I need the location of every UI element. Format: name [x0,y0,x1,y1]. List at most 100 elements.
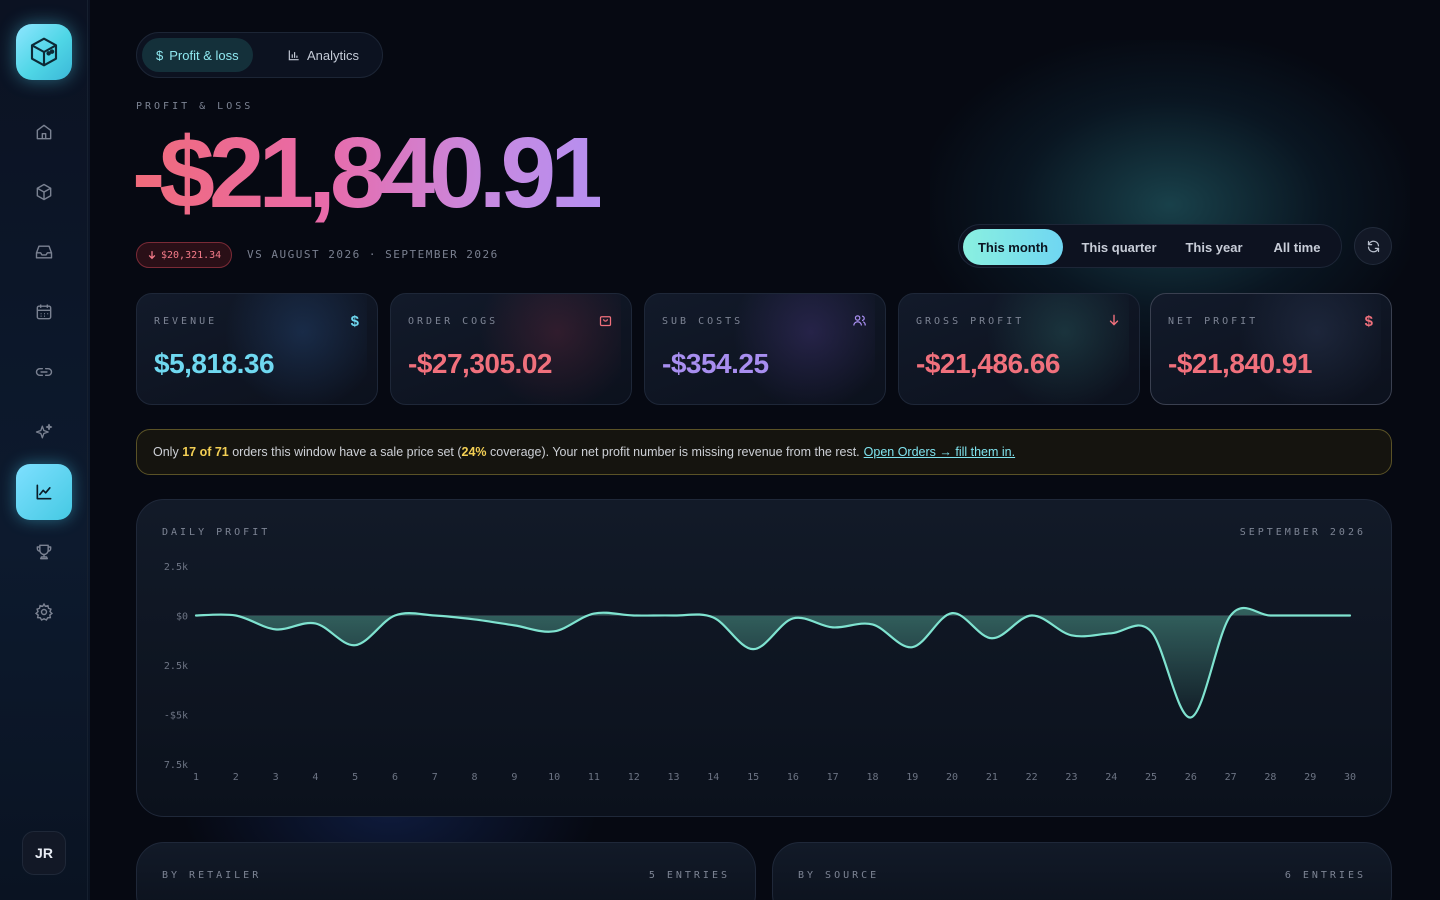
data-point-day-27 [1229,614,1232,617]
kpi-label: SUB COSTS [662,316,744,327]
sidebar-item-ai[interactable] [16,404,72,460]
data-point-day-2 [234,614,237,617]
y-tick-label: 2.5k [164,661,188,672]
gear-icon [34,602,54,621]
x-tick-label: 21 [986,772,998,783]
data-point-day-13 [672,614,675,617]
range-all-time[interactable]: All time [1257,229,1337,265]
sidebar-item-home[interactable] [16,104,72,160]
x-tick-label: 23 [1065,772,1077,783]
data-point-day-30 [1349,614,1352,617]
coverage-warning-banner: Only 17 of 71 orders this window have a … [136,429,1392,475]
range-this-month[interactable]: This month [963,229,1063,265]
kpi-value: -$21,840.91 [1168,348,1312,379]
x-tick-label: 28 [1264,772,1276,783]
x-tick-label: 3 [273,772,279,783]
user-avatar[interactable]: JR [22,831,66,875]
refresh-button[interactable] [1354,227,1392,265]
sidebar-item-links[interactable] [16,344,72,400]
sidebar-item-analytics[interactable] [16,464,72,520]
app-logo[interactable] [16,24,72,80]
data-point-day-15 [752,648,755,651]
x-tick-label: 14 [707,772,719,783]
data-point-day-12 [632,614,635,617]
sidebar-item-calendar[interactable] [16,284,72,340]
dollar-icon: $ [350,313,359,330]
calendar-icon [36,304,52,320]
range-this-quarter[interactable]: This quarter [1067,229,1171,265]
tab-profit-loss[interactable]: $ Profit & loss [142,38,253,72]
dollar-icon: $ [156,47,164,63]
data-point-day-11 [592,612,595,615]
banner-middle: orders this window have a sale price set… [232,445,462,459]
daily-profit-chart: 2.5k$02.5k-$5k7.5k1 2 3 4 5 6 7 8 9 10 11 12 13 14 15 1… [164,562,1356,783]
home-icon [36,124,52,140]
arrow-down-icon [148,251,156,260]
x-tick-label: 20 [946,772,958,783]
link-icon [35,367,53,377]
range-selector: This month This quarter This year All ti… [958,224,1342,268]
by-source-panel: BY SOURCE 6 ENTRIES [772,842,1392,900]
x-tick-label: 7 [432,772,438,783]
panel-title: BY SOURCE [798,870,880,881]
kpi-net-profit[interactable]: NET PROFIT $ -$21,840.91 [1150,293,1392,405]
data-point-day-1 [195,614,198,617]
x-tick-label: 17 [827,772,839,783]
panel-count: 5 ENTRIES [648,870,730,881]
y-tick-label: 2.5k [164,562,188,573]
sidebar-item-settings[interactable] [16,584,72,640]
kpi-label: ORDER COGS [408,316,499,327]
data-point-day-22 [1030,614,1033,617]
tab-label: Profit & loss [169,47,239,63]
x-tick-label: 5 [352,772,358,783]
data-point-day-26 [1189,716,1192,719]
open-orders-link[interactable]: Open Orders → fill them in. [864,445,1015,459]
kpi-value: -$354.25 [662,348,769,379]
kpi-revenue[interactable]: REVENUE $ $5,818.36 [136,293,378,405]
data-point-day-29 [1309,614,1312,617]
panel-title: BY RETAILER [162,870,262,881]
banner-coverage: 24% [461,445,487,459]
data-point-day-24 [1110,632,1113,635]
data-point-day-8 [473,618,476,621]
data-point-day-4 [314,622,317,625]
tab-analytics[interactable]: Analytics [273,38,373,72]
x-tick-label: 4 [312,772,318,783]
banner-prefix: Only [153,445,179,459]
users-icon [853,315,866,326]
data-point-day-23 [1070,634,1073,637]
kpi-label: REVENUE [154,316,218,327]
panel-count: 6 ENTRIES [1284,870,1366,881]
sidebar-item-inbox[interactable] [16,224,72,280]
x-tick-label: 30 [1344,772,1356,783]
x-tick-label: 26 [1185,772,1197,783]
x-tick-label: 15 [747,772,759,783]
data-point-day-21 [990,637,993,640]
inbox-icon [35,245,53,259]
refresh-icon [1367,240,1379,252]
x-tick-label: 16 [787,772,799,783]
kpi-sub-costs[interactable]: SUB COSTS -$354.25 [644,293,886,405]
x-tick-label: 1 [193,772,199,783]
x-tick-label: 22 [1026,772,1038,783]
arrow-down-icon [1109,314,1119,326]
kpi-gross-profit[interactable]: GROSS PROFIT -$21,486.66 [898,293,1140,405]
data-point-day-9 [513,624,516,627]
x-tick-label: 6 [392,772,398,783]
data-point-day-3 [274,628,277,631]
kpi-value: $5,818.36 [154,348,275,379]
x-tick-label: 25 [1145,772,1157,783]
y-tick-label: $0 [176,612,188,623]
kpi-order-cogs[interactable]: ORDER COGS -$27,305.02 [390,293,632,405]
kpi-value: -$21,486.66 [916,348,1060,379]
x-tick-label: 19 [906,772,918,783]
banner-count: 17 of 71 [182,445,229,459]
sidebar-item-achievements[interactable] [16,524,72,580]
x-tick-label: 2 [233,772,239,783]
hero-value: -$21,840.91 [132,117,606,229]
range-this-year[interactable]: This year [1173,229,1255,265]
x-tick-label: 8 [472,772,478,783]
bag-icon [599,316,612,327]
sidebar-item-products[interactable] [16,164,72,220]
x-tick-label: 27 [1225,772,1237,783]
